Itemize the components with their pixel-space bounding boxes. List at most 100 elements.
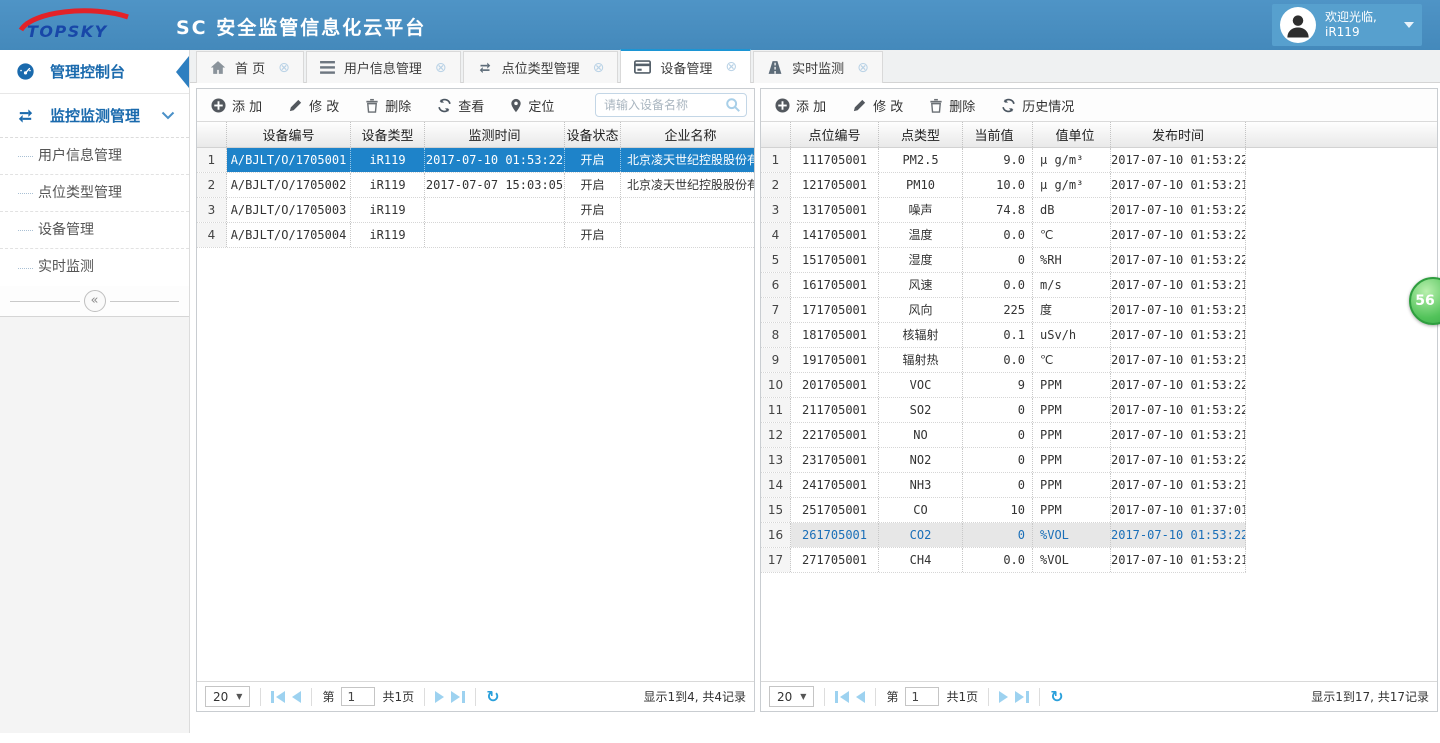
view-button[interactable]: 查看: [437, 96, 484, 115]
cell-num: 13: [761, 448, 791, 472]
cell-type: NO2: [879, 448, 963, 472]
next-page-button[interactable]: [999, 691, 1008, 703]
device-search: [595, 93, 747, 117]
close-icon[interactable]: ⊗: [278, 60, 290, 76]
add-label: 添 加: [232, 96, 262, 115]
table-row[interactable]: 8181705001核辐射0.1uSv/h2017-07-10 01:53:21: [761, 323, 1246, 348]
caret-down-icon: [1404, 22, 1414, 33]
collapse-sidebar-button[interactable]: «: [84, 290, 106, 312]
close-icon[interactable]: ⊗: [857, 60, 869, 76]
page-prefix: 第: [886, 688, 898, 705]
close-icon[interactable]: ⊗: [435, 60, 447, 76]
history-button[interactable]: 历史情况: [1001, 96, 1074, 115]
last-page-button[interactable]: [1015, 691, 1029, 703]
sidebar-item-realtime[interactable]: 实时监测: [0, 249, 189, 286]
table-row[interactable]: 13231705001NO20PPM2017-07-10 01:53:22: [761, 448, 1246, 473]
table-row[interactable]: 6161705001风速0.0m/s2017-07-10 01:53:21: [761, 273, 1246, 298]
sidebar-module-console[interactable]: 管理控制台: [0, 50, 189, 94]
column-header[interactable]: 点位编号: [791, 122, 879, 147]
column-header[interactable]: 设备类型: [351, 122, 425, 147]
tab-realtime[interactable]: 实时监测 ⊗: [753, 51, 883, 83]
column-header[interactable]: 点类型: [879, 122, 963, 147]
delete-button[interactable]: 删除: [365, 96, 411, 115]
first-page-button[interactable]: [271, 691, 285, 703]
close-icon[interactable]: ⊗: [593, 60, 605, 76]
column-header[interactable]: 当前值: [963, 122, 1033, 147]
sidebar-item-user-info[interactable]: 用户信息管理: [0, 138, 189, 175]
search-icon[interactable]: [725, 97, 741, 113]
table-row[interactable]: 12221705001NO0PPM2017-07-10 01:53:21: [761, 423, 1246, 448]
page-number-input[interactable]: [341, 687, 375, 706]
add-button[interactable]: 添 加: [211, 96, 262, 115]
locate-button[interactable]: 定位: [510, 96, 554, 115]
table-row[interactable]: 14241705001NH30PPM2017-07-10 01:53:21: [761, 473, 1246, 498]
page-title: SC 安全监管信息化云平台: [176, 13, 426, 40]
table-row[interactable]: 1A/BJLT/O/1705001iR1192017-07-10 01:53:2…: [197, 148, 754, 173]
cell-code: 221705001: [791, 423, 879, 447]
tab-device[interactable]: 设备管理 ⊗: [620, 49, 751, 83]
prev-page-button[interactable]: [856, 691, 865, 703]
cell-value: 225: [963, 298, 1033, 322]
cell-type: PM10: [879, 173, 963, 197]
cell-value: 0.0: [963, 548, 1033, 572]
close-icon[interactable]: ⊗: [725, 59, 737, 75]
user-menu[interactable]: 欢迎光临, iR119: [1272, 4, 1422, 46]
table-row[interactable]: 5151705001湿度0%RH2017-07-10 01:53:22: [761, 248, 1246, 273]
prev-page-button[interactable]: [292, 691, 301, 703]
tab-point-type[interactable]: 点位类型管理 ⊗: [463, 51, 619, 83]
column-header[interactable]: 监测时间: [425, 122, 565, 147]
table-row[interactable]: 1111705001PM2.59.0μ g/m³2017-07-10 01:53…: [761, 148, 1246, 173]
cell-type: 风速: [879, 273, 963, 297]
record-summary: 显示1到17, 共17记录: [1311, 688, 1429, 705]
table-row[interactable]: 2A/BJLT/O/1705002iR1192017-07-07 15:03:0…: [197, 173, 754, 198]
cell-code: 231705001: [791, 448, 879, 472]
welcome-line1: 欢迎光临,: [1325, 10, 1377, 25]
home-icon: [210, 60, 226, 75]
edit-button[interactable]: 修 改: [852, 96, 903, 115]
tab-user-info[interactable]: 用户信息管理 ⊗: [306, 51, 461, 83]
table-row[interactable]: 4A/BJLT/O/1705004iR119开启: [197, 223, 754, 248]
table-row[interactable]: 3A/BJLT/O/1705003iR119开启: [197, 198, 754, 223]
tab-home[interactable]: 首 页 ⊗: [196, 51, 304, 83]
table-row[interactable]: 15251705001CO10PPM2017-07-10 01:37:01: [761, 498, 1246, 523]
reload-icon[interactable]: ↻: [1050, 689, 1063, 705]
table-row[interactable]: 3131705001噪声74.8dB2017-07-10 01:53:22: [761, 198, 1246, 223]
page-size-select[interactable]: 20 ▼: [205, 686, 250, 707]
column-header[interactable]: 发布时间: [1111, 122, 1246, 147]
avatar: [1280, 7, 1316, 43]
column-header[interactable]: 设备状态: [565, 122, 621, 147]
table-row[interactable]: 9191705001辐射热0.0℃2017-07-10 01:53:21: [761, 348, 1246, 373]
cell-code: 121705001: [791, 173, 879, 197]
next-page-button[interactable]: [435, 691, 444, 703]
table-row[interactable]: 7171705001风向225度2017-07-10 01:53:21: [761, 298, 1246, 323]
table-row[interactable]: 16261705001CO20%VOL2017-07-10 01:53:22: [761, 523, 1246, 548]
table-row[interactable]: 17271705001CH40.0%VOL2017-07-10 01:53:21: [761, 548, 1246, 573]
cell-type: VOC: [879, 373, 963, 397]
device-pagination: 20 ▼ 第 共1页 ↻ 显示1到4, 共4记录: [197, 681, 754, 711]
cell-status: 开启: [565, 223, 621, 247]
page-size-select[interactable]: 20 ▼: [769, 686, 814, 707]
first-page-button[interactable]: [835, 691, 849, 703]
column-header[interactable]: 企业名称: [621, 122, 754, 147]
cell-num: 14: [761, 473, 791, 497]
reload-icon[interactable]: ↻: [486, 689, 499, 705]
sidebar-module-monitoring[interactable]: 监控监测管理: [0, 94, 189, 138]
column-header[interactable]: 值单位: [1033, 122, 1111, 147]
table-row[interactable]: 2121705001PM1010.0μ g/m³2017-07-10 01:53…: [761, 173, 1246, 198]
table-row[interactable]: 4141705001温度0.0℃2017-07-10 01:53:22: [761, 223, 1246, 248]
cell-num: 3: [197, 198, 227, 222]
cell-num: 12: [761, 423, 791, 447]
last-page-button[interactable]: [451, 691, 465, 703]
divider: [10, 301, 80, 302]
sidebar-item-point-type[interactable]: 点位类型管理: [0, 175, 189, 212]
sidebar-item-device[interactable]: 设备管理: [0, 212, 189, 249]
page-number-input[interactable]: [905, 687, 939, 706]
table-row[interactable]: 10201705001VOC9PPM2017-07-10 01:53:22: [761, 373, 1246, 398]
add-button[interactable]: 添 加: [775, 96, 826, 115]
column-header-num: [197, 122, 227, 147]
delete-button[interactable]: 删除: [929, 96, 975, 115]
edit-button[interactable]: 修 改: [288, 96, 339, 115]
cell-unit: PPM: [1033, 398, 1111, 422]
table-row[interactable]: 11211705001SO20PPM2017-07-10 01:53:22: [761, 398, 1246, 423]
column-header[interactable]: 设备编号: [227, 122, 351, 147]
